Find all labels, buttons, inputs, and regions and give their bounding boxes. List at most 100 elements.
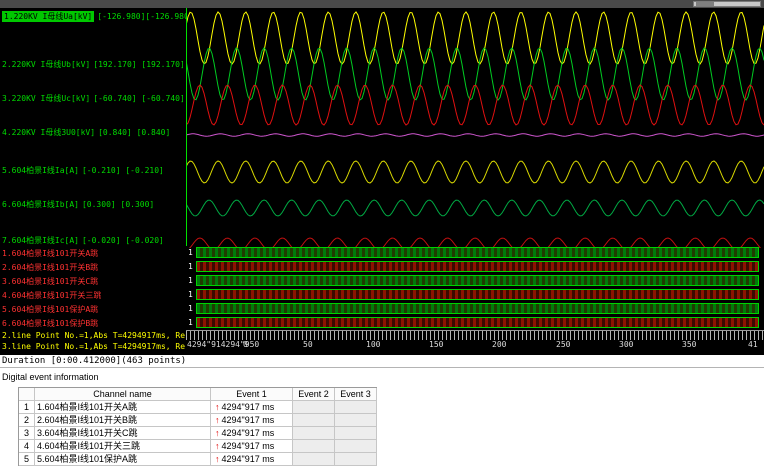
event3-cell[interactable] bbox=[335, 414, 377, 427]
event1-cell[interactable]: ↑ 4294"917 ms bbox=[211, 440, 293, 453]
digital-trace[interactable] bbox=[196, 289, 759, 300]
event-time: 4294"917 ms bbox=[221, 415, 275, 425]
event3-cell[interactable] bbox=[335, 440, 377, 453]
table-header-event2: Event 2 bbox=[293, 388, 335, 401]
digital-value: 1 bbox=[188, 290, 193, 299]
digital-channel-row[interactable]: 5.604柏景I线101保护A跳 1 bbox=[0, 302, 764, 316]
digital-channel-label[interactable]: 1.604柏景I线101开关A跳 bbox=[2, 248, 98, 259]
event2-cell[interactable] bbox=[293, 414, 335, 427]
waveform-analyzer-window: 1.220KV I母线Ua[kV] [-126.980][-126.980] 2.… bbox=[0, 0, 764, 468]
timeline-tick: 200 bbox=[492, 340, 507, 349]
timeline-tick: 41 bbox=[748, 340, 758, 349]
channel-label[interactable]: 3.220KV I母线Uc[kV] bbox=[2, 94, 90, 103]
event2-cell[interactable] bbox=[293, 440, 335, 453]
row-number: 3 bbox=[19, 427, 35, 440]
waveform-display-area[interactable]: 1.220KV I母线Ua[kV] [-126.980][-126.980] 2.… bbox=[0, 8, 764, 355]
channel-name-cell[interactable]: 1.604柏景I线101开关A跳 bbox=[35, 401, 211, 414]
digital-value: 1 bbox=[188, 276, 193, 285]
analog-channel-row[interactable]: 5.604柏景I线Ia[A] [-0.210] [-0.210] bbox=[2, 165, 164, 177]
table-header-event3: Event 3 bbox=[335, 388, 377, 401]
channel-label[interactable]: 4.220KV I母线3U0[kV] bbox=[2, 128, 95, 137]
top-toolbar bbox=[0, 0, 764, 8]
cursor-status-line: 2.line Point No.=1,Abs T=4294917ms, Rel … bbox=[2, 331, 185, 340]
event-time: 4294"917 ms bbox=[221, 441, 275, 451]
event1-cell[interactable]: ↑ 4294"917 ms bbox=[211, 401, 293, 414]
duration-bar: Duration [0:00.412000](463 points) bbox=[0, 355, 764, 368]
event3-cell[interactable] bbox=[335, 401, 377, 414]
event2-cell[interactable] bbox=[293, 427, 335, 440]
analog-waveform-plot[interactable] bbox=[186, 8, 764, 248]
timeline-prefix: 4294"914294"950 bbox=[187, 340, 260, 349]
analog-channel-row[interactable]: 4.220KV I母线3U0[kV] [0.840] [0.840] bbox=[2, 127, 170, 139]
digital-trace[interactable] bbox=[196, 275, 759, 286]
channel-name-cell[interactable]: 4.604柏景I线101开关三跳 bbox=[35, 440, 211, 453]
channel-name-cell[interactable]: 2.604柏景I线101开关B跳 bbox=[35, 414, 211, 427]
section-title: Digital event information bbox=[2, 372, 99, 382]
timeline-tick: 300 bbox=[619, 340, 634, 349]
event-time: 4294"917 ms bbox=[221, 454, 275, 464]
digital-trace[interactable] bbox=[196, 261, 759, 272]
digital-trace[interactable] bbox=[196, 317, 759, 328]
event-time: 4294"917 ms bbox=[221, 428, 275, 438]
digital-channel-label[interactable]: 6.604柏景I线101保护B跳 bbox=[2, 318, 98, 329]
channel-label[interactable]: 6.604柏景I线Ib[A] bbox=[2, 200, 79, 209]
time-cursor-line[interactable] bbox=[186, 8, 187, 246]
event1-cell[interactable]: ↑ 4294"917 ms bbox=[211, 453, 293, 466]
timeline-tick: 50 bbox=[303, 340, 313, 349]
digital-channel-label[interactable]: 5.604柏景I线101保护A跳 bbox=[2, 304, 98, 315]
digital-channel-label[interactable]: 4.604柏景I线101开关三跳 bbox=[2, 290, 101, 301]
channel-values: [-126.980][-126.980] bbox=[97, 12, 186, 21]
channel-name-cell[interactable]: 3.604柏景I线101开关C跳 bbox=[35, 427, 211, 440]
digital-channel-label[interactable]: 2.604柏景I线101开关B跳 bbox=[2, 262, 98, 273]
channel-label[interactable]: 2.220KV I母线Ub[kV] bbox=[2, 60, 90, 69]
timeline-tick: 100 bbox=[366, 340, 381, 349]
analog-channel-row[interactable]: 2.220KV I母线Ub[kV] [192.170] [192.170] bbox=[2, 59, 185, 71]
channel-label[interactable]: 5.604柏景I线Ia[A] bbox=[2, 166, 79, 175]
scrollbar-thumb[interactable] bbox=[696, 2, 714, 6]
channel-values: [-0.020] [-0.020] bbox=[81, 236, 164, 245]
horizontal-scrollbar[interactable] bbox=[693, 1, 761, 7]
digital-trace[interactable] bbox=[196, 303, 759, 314]
digital-trace[interactable] bbox=[196, 247, 759, 258]
rising-edge-icon: ↑ bbox=[215, 428, 220, 438]
event3-cell[interactable] bbox=[335, 453, 377, 466]
event2-cell[interactable] bbox=[293, 401, 335, 414]
duration-text: Duration [0:00.412000](463 points) bbox=[2, 356, 187, 366]
cursor-status-line: 3.line Point No.=1,Abs T=4294917ms, Rel … bbox=[2, 342, 185, 351]
timeline-tick: 250 bbox=[556, 340, 571, 349]
row-number: 2 bbox=[19, 414, 35, 427]
digital-value: 1 bbox=[188, 304, 193, 313]
channel-name-cell[interactable]: 5.604柏景I线101保护A跳 bbox=[35, 453, 211, 466]
event2-cell[interactable] bbox=[293, 453, 335, 466]
timeline-tick: 0 bbox=[243, 340, 248, 349]
rising-edge-icon: ↑ bbox=[215, 454, 220, 464]
event-time: 4294"917 ms bbox=[221, 402, 275, 412]
rising-edge-icon: ↑ bbox=[215, 415, 220, 425]
timeline-tick: 350 bbox=[682, 340, 697, 349]
row-number: 5 bbox=[19, 453, 35, 466]
analog-channel-row[interactable]: 1.220KV I母线Ua[kV] [-126.980][-126.980] bbox=[2, 11, 186, 23]
digital-channel-row[interactable]: 3.604柏景I线101开关C跳 1 bbox=[0, 274, 764, 288]
channel-values: [-0.210] [-0.210] bbox=[81, 166, 164, 175]
event3-cell[interactable] bbox=[335, 427, 377, 440]
rising-edge-icon: ↑ bbox=[215, 402, 220, 412]
table-header-event1: Event 1 bbox=[211, 388, 293, 401]
table-header-num bbox=[19, 388, 35, 401]
event1-cell[interactable]: ↑ 4294"917 ms bbox=[211, 427, 293, 440]
time-ruler[interactable] bbox=[186, 330, 764, 340]
digital-channel-row[interactable]: 1.604柏景I线101开关A跳 1 bbox=[0, 246, 764, 260]
digital-channel-label[interactable]: 3.604柏景I线101开关C跳 bbox=[2, 276, 98, 287]
analog-channel-row[interactable]: 3.220KV I母线Uc[kV] [-60.740] [-60.740] bbox=[2, 93, 185, 105]
event-table: Channel name Event 1 Event 2 Event 3 1 1… bbox=[18, 387, 377, 466]
digital-value: 1 bbox=[188, 262, 193, 271]
digital-channel-row[interactable]: 6.604柏景I线101保护B跳 1 bbox=[0, 316, 764, 330]
event1-cell[interactable]: ↑ 4294"917 ms bbox=[211, 414, 293, 427]
channel-label[interactable]: 7.604柏景I线Ic[A] bbox=[2, 236, 79, 245]
channel-values: [-60.740] [-60.740] bbox=[93, 94, 185, 103]
digital-event-panel: Digital event information Channel name E… bbox=[0, 368, 764, 468]
analog-channel-row[interactable]: 6.604柏景I线Ib[A] [0.300] [0.300] bbox=[2, 199, 154, 211]
digital-channel-row[interactable]: 2.604柏景I线101开关B跳 1 bbox=[0, 260, 764, 274]
channel-label[interactable]: 1.220KV I母线Ua[kV] bbox=[2, 11, 95, 22]
rising-edge-icon: ↑ bbox=[215, 441, 220, 451]
digital-channel-row[interactable]: 4.604柏景I线101开关三跳 1 bbox=[0, 288, 764, 302]
